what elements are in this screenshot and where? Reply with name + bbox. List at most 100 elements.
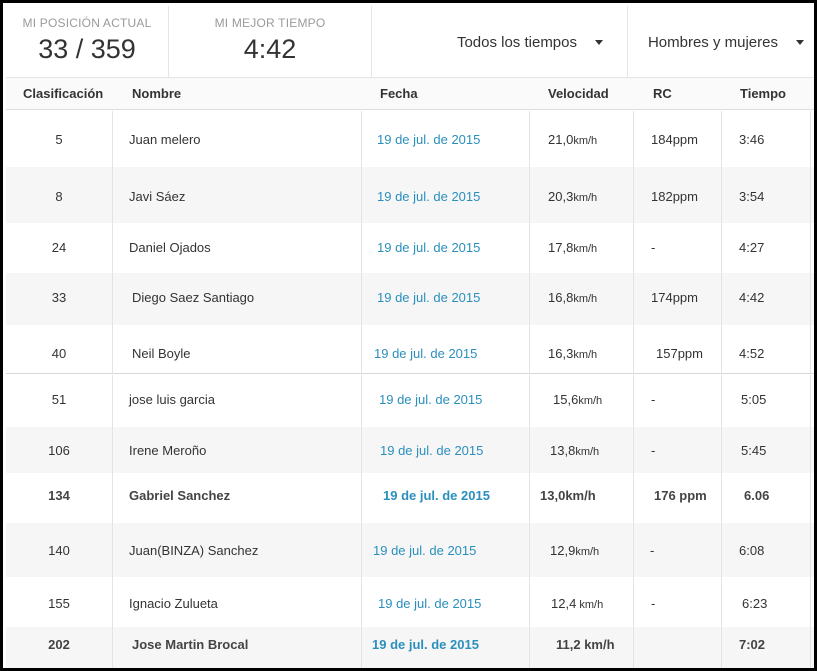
column-divider (721, 111, 722, 167)
column-divider (361, 111, 362, 167)
time-cell: 4:27 (739, 240, 765, 255)
rank-cell: 24 (51, 240, 67, 255)
table-row[interactable]: 5 Juan melero 19 de jul. de 2015 21,0km/h 18… (6, 111, 814, 167)
date-link[interactable]: 19 de jul. de 2015 (377, 189, 480, 204)
time-filter-dropdown[interactable]: Todos los tiempos (372, 6, 628, 78)
heart-rate-cell: 182ppm (651, 189, 698, 204)
speed-cell: 13,0km/h (540, 488, 596, 503)
column-divider (529, 273, 530, 325)
table-row[interactable]: 155 Ignacio Zulueta 19 de jul. de 2015 12,4… (6, 577, 814, 627)
table-header: Clasificación Nombre Fecha Velocidad RC … (6, 78, 814, 110)
table-row[interactable]: 24 Daniel Ojados 19 de jul. de 2015 17,8km/… (6, 223, 814, 273)
speed-value: 12,4 (551, 596, 577, 611)
column-divider (810, 223, 811, 273)
column-divider (633, 111, 634, 167)
speed-cell: 12,4 km/h (551, 596, 603, 611)
column-divider (633, 577, 634, 627)
column-divider (529, 167, 530, 223)
column-divider (529, 627, 530, 668)
column-divider (112, 167, 113, 223)
rank-cell: 106 (48, 443, 70, 458)
stats-bar: MI POSICIÓN ACTUAL 33 / 359 MI MEJOR TIE… (6, 6, 814, 78)
column-divider (721, 473, 722, 523)
caret-down-icon (796, 39, 804, 45)
speed-value: 17,8 (548, 240, 574, 255)
column-header-rank[interactable]: Clasificación (23, 86, 103, 101)
time-cell: 3:46 (739, 132, 765, 147)
speed-unit: km/h (575, 446, 600, 458)
column-divider (112, 273, 113, 325)
date-link[interactable]: 19 de jul. de 2015 (377, 240, 480, 255)
heart-rate-cell: - (650, 543, 655, 558)
date-link[interactable]: 19 de jul. de 2015 (378, 596, 481, 611)
heart-rate-cell: - (651, 240, 656, 255)
time-cell: 6:08 (739, 543, 765, 558)
date-link[interactable]: 19 de jul. de 2015 (373, 543, 476, 558)
column-divider (529, 325, 530, 373)
column-divider (529, 577, 530, 627)
date-link[interactable]: 19 de jul. de 2015 (380, 443, 483, 458)
name-cell: Ignacio Zulueta (129, 596, 218, 611)
table-row[interactable]: 8 Javi Sáez 19 de jul. de 2015 20,3km/h 182p… (6, 167, 814, 223)
column-divider (721, 427, 722, 473)
column-divider (529, 427, 530, 473)
column-divider (112, 427, 113, 473)
column-divider (112, 325, 113, 373)
column-divider (721, 325, 722, 373)
speed-cell: 12,9km/h (550, 543, 599, 558)
heart-rate-cell: 176 ppm (654, 488, 707, 503)
column-header-speed[interactable]: Velocidad (548, 86, 609, 101)
rank-cell: 202 (48, 637, 70, 652)
current-position-stat: MI POSICIÓN ACTUAL 33 / 359 (6, 6, 169, 78)
speed-unit: km/h (573, 135, 598, 147)
speed-unit: km/h (565, 488, 596, 503)
date-link[interactable]: 19 de jul. de 2015 (377, 132, 480, 147)
speed-unit: km/h (573, 243, 598, 255)
date-link[interactable]: 19 de jul. de 2015 (383, 488, 490, 503)
table-row[interactable]: 51 jose luis garcia 19 de jul. de 2015 15,6… (6, 375, 814, 427)
rank-cell: 51 (51, 392, 67, 407)
speed-unit: km/h (573, 293, 598, 305)
column-divider (633, 627, 634, 668)
table-row[interactable]: 40 Neil Boyle 19 de jul. de 2015 16,3km/h 15… (6, 325, 814, 373)
heart-rate-cell: 174ppm (651, 290, 698, 305)
column-header-date[interactable]: Fecha (380, 86, 418, 101)
name-cell: Daniel Ojados (129, 240, 211, 255)
current-position-label: MI POSICIÓN ACTUAL (22, 16, 152, 30)
column-divider (721, 273, 722, 325)
best-time-label: MI MEJOR TIEMPO (214, 16, 326, 30)
column-divider (810, 325, 811, 373)
date-link[interactable]: 19 de jul. de 2015 (372, 637, 479, 652)
name-cell: Diego Saez Santiago (132, 290, 255, 305)
column-divider (633, 167, 634, 223)
column-divider (112, 473, 113, 523)
date-link[interactable]: 19 de jul. de 2015 (379, 392, 482, 407)
time-cell: 6.06 (744, 488, 770, 503)
speed-unit: km/h (578, 395, 603, 407)
table-row[interactable]: 140 Juan(BINZA) Sanchez 19 de jul. de 2015… (6, 523, 814, 577)
column-divider (529, 375, 530, 427)
best-time-stat: MI MEJOR TIEMPO 4:42 (169, 6, 372, 78)
name-cell: Juan melero (129, 132, 201, 147)
column-divider (633, 427, 634, 473)
speed-value: 11,2 (556, 637, 581, 652)
table-row[interactable]: 33 Diego Saez Santiago 19 de jul. de 2015 1… (6, 273, 814, 325)
column-divider (721, 167, 722, 223)
table-row[interactable]: 134 Gabriel Sanchez 19 de jul. de 2015 13,0… (6, 473, 814, 523)
column-header-hr[interactable]: RC (653, 86, 672, 101)
column-header-name[interactable]: Nombre (132, 86, 181, 101)
date-link[interactable]: 19 de jul. de 2015 (377, 290, 480, 305)
table-row[interactable]: 202 Jose Martin Brocal 19 de jul. de 2015 1… (6, 627, 814, 668)
rank-cell: 40 (51, 346, 67, 361)
date-link[interactable]: 19 de jul. de 2015 (374, 346, 477, 361)
table-row[interactable]: 106 Irene Meroño 19 de jul. de 2015 13,8km/… (6, 427, 814, 473)
rank-cell: 8 (55, 189, 63, 204)
gender-filter-dropdown[interactable]: Hombres y mujeres (628, 6, 814, 78)
rank-cell: 140 (48, 543, 70, 558)
row-separator (6, 373, 814, 374)
column-divider (529, 473, 530, 523)
time-cell: 4:52 (739, 346, 765, 361)
column-header-time[interactable]: Tiempo (740, 86, 786, 101)
speed-value: 16,8 (548, 290, 574, 305)
column-divider (112, 627, 113, 668)
